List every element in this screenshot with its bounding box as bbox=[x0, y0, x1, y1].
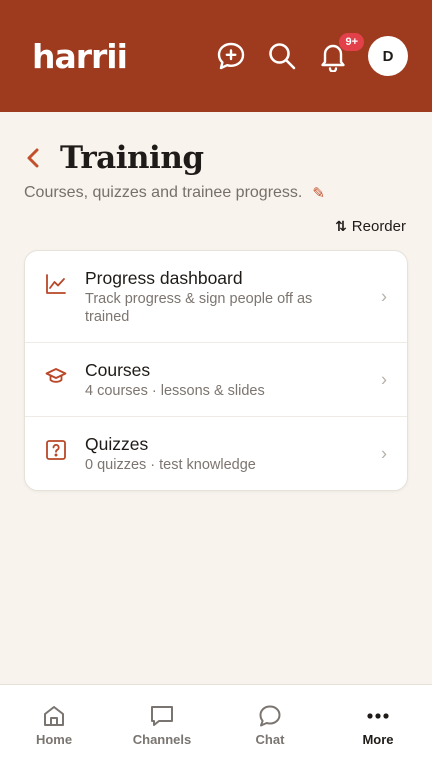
reorder-label: Reorder bbox=[351, 218, 406, 235]
question-icon bbox=[46, 440, 66, 460]
menu-item-description: Track progress & sign people off as trai… bbox=[85, 291, 313, 325]
nav-chat[interactable]: Chat bbox=[216, 685, 324, 768]
more-icon bbox=[367, 713, 389, 719]
nav-more[interactable]: More bbox=[324, 685, 432, 768]
menu-item-progress-dashboard[interactable]: Progress dashboard Track progress & sign… bbox=[25, 251, 407, 343]
menu-item-text: Progress dashboard Track progress & sign… bbox=[85, 267, 387, 326]
menu-item-title: Progress dashboard bbox=[85, 268, 243, 288]
page-subtitle: Courses, quizzes and trainee progress. bbox=[24, 184, 303, 201]
notifications-icon[interactable]: 9+ bbox=[316, 33, 364, 73]
menu-item-description: 4 courses · lessons & slides bbox=[85, 383, 265, 399]
graduation-cap-icon bbox=[45, 368, 67, 383]
app-logo[interactable]: harrii bbox=[32, 37, 128, 76]
subtitle-row: Courses, quizzes and trainee progress. ✎ bbox=[24, 184, 325, 202]
reorder-arrows-icon: ⇅ bbox=[335, 218, 347, 234]
chevron-right-icon: › bbox=[381, 286, 387, 306]
menu-item-courses[interactable]: Courses 4 courses · lessons & slides › bbox=[25, 343, 407, 417]
title-row: Training bbox=[24, 140, 204, 176]
nav-label: Channels bbox=[132, 732, 192, 747]
menu-item-text: Courses 4 courses · lessons & slides bbox=[85, 359, 387, 400]
new-chat-icon[interactable] bbox=[214, 39, 248, 73]
nav-home[interactable]: Home bbox=[0, 685, 108, 768]
chevron-right-icon: › bbox=[381, 369, 387, 389]
menu-item-text: Quizzes 0 quizzes · test knowledge bbox=[85, 433, 387, 474]
menu-item-description: 0 quizzes · test knowledge bbox=[85, 457, 256, 473]
avatar[interactable]: D bbox=[368, 36, 408, 76]
page-title: Training bbox=[60, 140, 204, 176]
nav-label: More bbox=[362, 732, 394, 747]
chart-icon bbox=[46, 274, 66, 294]
back-chevron-icon[interactable] bbox=[24, 143, 46, 173]
menu-item-title: Courses bbox=[85, 360, 151, 380]
menu-item-title: Quizzes bbox=[85, 434, 149, 454]
channels-icon bbox=[151, 706, 173, 726]
search-icon[interactable] bbox=[265, 39, 299, 73]
app-header: harrii 9+ D bbox=[0, 0, 432, 112]
home-icon bbox=[44, 706, 64, 726]
chevron-right-icon: › bbox=[381, 443, 387, 463]
bottom-nav: Home Channels Chat More bbox=[0, 684, 432, 768]
nav-label: Chat bbox=[255, 732, 285, 747]
reorder-button[interactable]: ⇅ Reorder bbox=[335, 218, 406, 235]
header-actions: 9+ D bbox=[197, 33, 408, 76]
notification-badge: 9+ bbox=[339, 33, 364, 51]
nav-channels[interactable]: Channels bbox=[108, 685, 216, 768]
menu-item-quizzes[interactable]: Quizzes 0 quizzes · test knowledge › bbox=[25, 417, 407, 490]
training-menu-card: Progress dashboard Track progress & sign… bbox=[24, 250, 408, 491]
edit-icon[interactable]: ✎ bbox=[312, 184, 325, 202]
chat-icon bbox=[259, 705, 281, 727]
nav-label: Home bbox=[35, 732, 73, 747]
